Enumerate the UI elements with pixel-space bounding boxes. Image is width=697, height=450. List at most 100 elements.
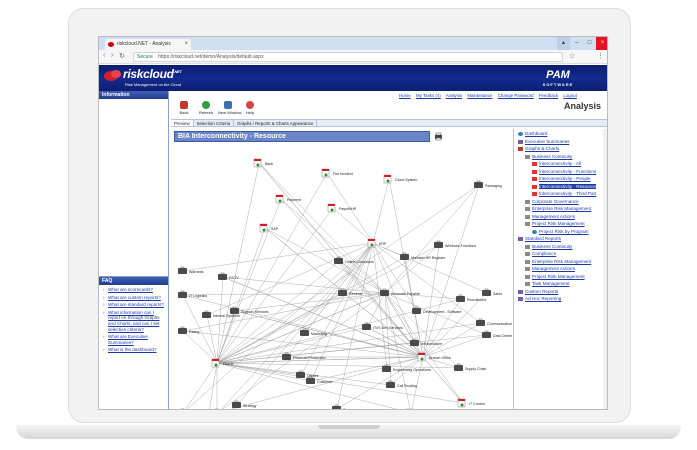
graph-node-briefcase[interactable]: Windows Functions xyxy=(434,240,476,248)
print-icon[interactable] xyxy=(434,132,443,141)
graph-node-briefcase[interactable]: Research xyxy=(212,408,238,410)
browser-tab[interactable]: riskcloud.NET - Analysis × xyxy=(105,39,191,50)
graph-node-briefcase[interactable]: Management xyxy=(178,408,210,410)
reload-icon[interactable]: ↻ xyxy=(119,52,125,60)
tab-selection-criteria[interactable]: Selection Criteria xyxy=(194,120,235,126)
graph-node-document[interactable]: Bank xyxy=(253,158,273,168)
window-controls: ▴ – □ × xyxy=(557,37,607,50)
graph-node-briefcase[interactable]: CCTV xyxy=(218,272,239,280)
graph-node-briefcase[interactable]: Customer xyxy=(306,376,333,384)
folder-icon xyxy=(525,259,530,264)
change-password-link[interactable]: Change Password xyxy=(498,93,534,98)
new-window-button[interactable]: New Window xyxy=(218,101,241,119)
bookmark-star-icon[interactable]: ☆ xyxy=(569,52,575,60)
tree-item[interactable]: Interconnectivity - Third Part xyxy=(539,191,596,196)
graph-node-document[interactable]: CRM xyxy=(405,408,425,410)
graph-node-document[interactable]: Fire Incident xyxy=(321,168,353,178)
graph-node-briefcase[interactable]: Sales xyxy=(482,288,502,296)
maintenance-link[interactable]: Maintenance xyxy=(467,93,492,98)
graph-node-briefcase[interactable]: Warrants xyxy=(178,266,204,274)
tree-item[interactable]: Management Actions xyxy=(532,266,575,271)
graph-node-document[interactable]: SAP xyxy=(259,223,279,233)
minimize-button[interactable]: – xyxy=(570,37,583,50)
graph-node-briefcase[interactable]: Treasury xyxy=(332,404,357,410)
tree-item[interactable]: Dashboard xyxy=(525,131,547,136)
help-button[interactable]: Help xyxy=(240,101,260,119)
graph-node-briefcase[interactable]: Supply Chain xyxy=(454,363,486,371)
close-window-button[interactable]: × xyxy=(596,37,607,50)
tree-item[interactable]: Project Risk by Program xyxy=(539,229,589,234)
graph-node-label: Infrastructure xyxy=(421,342,442,346)
url-input[interactable]: Secure https://riskcloud.net/demo/Analys… xyxy=(133,52,563,62)
faq-link[interactable]: What are scorecards? xyxy=(102,287,165,293)
tree-item[interactable]: Standard Reports xyxy=(525,236,561,241)
graph-node-briefcase[interactable]: Recruitment xyxy=(456,294,486,302)
analysis-link[interactable]: Analysis xyxy=(446,93,462,98)
analysis-subtabs: Preview Selection Criteria Graphs / Repo… xyxy=(171,119,607,127)
tree-item[interactable]: Enterprise Risk Management xyxy=(532,206,591,211)
graph-node-briefcase[interactable]: Data Centre xyxy=(482,330,512,338)
page-scrollbar[interactable] xyxy=(603,129,607,409)
tree-item[interactable]: Business Continuity xyxy=(532,154,572,159)
tree-item[interactable]: Ad Hoc Reporting xyxy=(525,296,561,301)
browser-menu-icon[interactable]: ⋮ xyxy=(597,52,604,60)
graph-node-briefcase[interactable]: Utilities xyxy=(296,370,319,378)
graph-node-document[interactable]: Payroll/HR xyxy=(327,203,357,213)
graph-node-briefcase[interactable]: Communications Infrastructure xyxy=(476,318,512,326)
tree-item[interactable]: Interconnectivity - Functions xyxy=(539,169,596,174)
graph-node-briefcase[interactable]: Online Customers xyxy=(334,256,374,264)
folder-icon xyxy=(525,267,530,271)
graph-node-briefcase[interactable]: Rating xyxy=(178,326,199,334)
tree-item[interactable]: Interconnectivity - All xyxy=(539,161,581,166)
tree-item[interactable]: Project Risk Management xyxy=(532,274,585,279)
tree-item[interactable]: Compliance xyxy=(532,251,556,256)
graph-node-briefcase[interactable]: Packaging xyxy=(474,180,502,188)
faq-link[interactable]: What is the dashboard? xyxy=(102,347,165,353)
graph-node-briefcase[interactable]: IT Logistics xyxy=(178,290,207,298)
graph-node-briefcase[interactable]: Call Routing xyxy=(386,380,417,388)
feedback-link[interactable]: Feedback xyxy=(539,93,558,98)
faq-link[interactable]: What are standard reports? xyxy=(102,302,165,308)
graph-node-briefcase[interactable]: Support Services xyxy=(230,306,269,314)
refresh-button[interactable]: Refresh xyxy=(196,101,216,119)
tree-item[interactable]: Corporate Governance xyxy=(532,199,579,204)
forward-icon[interactable]: › xyxy=(111,52,113,59)
graph-node-document[interactable]: ERP xyxy=(367,238,387,248)
graph-node-document[interactable]: Cloud System xyxy=(383,174,417,184)
graph-node-briefcase[interactable]: General xyxy=(338,288,362,296)
graph-node-document[interactable]: Payment xyxy=(275,194,301,204)
tree-item[interactable]: Project Risk Management xyxy=(532,221,585,226)
tree-item[interactable]: Enterprise Risk Management xyxy=(532,259,591,264)
back-button[interactable]: Back xyxy=(174,101,194,119)
tree-item[interactable]: Business Continuity xyxy=(532,244,572,249)
graph-node-document[interactable]: Branch Office xyxy=(417,352,451,362)
faq-link[interactable]: What are Executive Summaries? xyxy=(102,334,165,345)
maximize-button[interactable]: □ xyxy=(583,37,596,50)
graph-node-briefcase[interactable]: Strategy xyxy=(232,400,257,408)
graph-node-briefcase[interactable]: Maintain HR Register xyxy=(400,252,446,260)
home-link[interactable]: Home xyxy=(399,93,411,98)
graph-node-document[interactable]: Oracle xyxy=(211,358,234,368)
graph-node-document[interactable]: IT Control xyxy=(457,398,485,408)
tab-preview[interactable]: Preview xyxy=(171,120,194,126)
tree-item[interactable]: Custom Reports xyxy=(525,289,558,294)
graph-edge xyxy=(372,242,488,294)
my-tasks-link[interactable]: My Tasks (4) xyxy=(416,93,441,98)
tab-appearance[interactable]: Graphs / Reports & Charts Appearance xyxy=(234,120,318,126)
tree-item[interactable]: Interconnectivity - People xyxy=(539,176,591,181)
tab-close-icon[interactable]: × xyxy=(184,39,188,50)
document-badge xyxy=(330,208,334,212)
graph-node-briefcase[interactable]: Engineering Operations xyxy=(382,364,431,372)
tree-item[interactable]: Interconnectivity - Resource xyxy=(539,183,596,189)
faq-link[interactable]: What information can I report on through… xyxy=(102,310,165,332)
tree-item[interactable]: Graphs & Charts xyxy=(525,146,559,151)
back-icon[interactable]: ‹ xyxy=(103,52,105,59)
logout-link[interactable]: Logout xyxy=(563,93,576,98)
tree-item[interactable]: Task Management xyxy=(532,281,570,286)
faq-link[interactable]: What are custom reports? xyxy=(102,295,165,301)
tree-item[interactable]: Management Actions xyxy=(532,214,575,219)
tree-item[interactable]: Executive Summaries xyxy=(525,139,569,144)
graph-node-briefcase[interactable]: Accounts Payable xyxy=(380,288,420,296)
graph-node-briefcase[interactable]: Development - Software xyxy=(412,306,462,314)
profile-icon[interactable]: ▴ xyxy=(557,37,570,50)
